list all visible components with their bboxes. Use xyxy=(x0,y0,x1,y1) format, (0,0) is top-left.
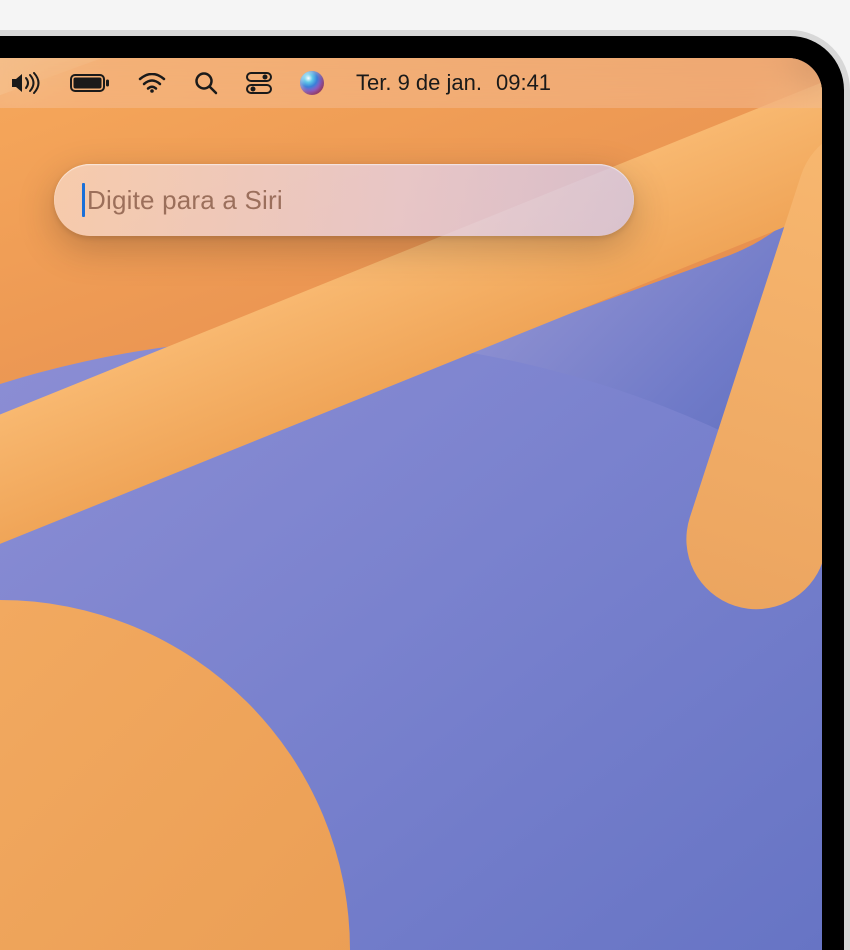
menubar-datetime[interactable]: Ter. 9 de jan. 09:41 xyxy=(356,70,551,96)
search-icon[interactable] xyxy=(194,71,218,95)
siri-input-placeholder: Digite para a Siri xyxy=(87,185,283,216)
menubar: Ter. 9 de jan. 09:41 xyxy=(0,58,822,108)
volume-icon[interactable] xyxy=(10,72,42,94)
siri-icon[interactable] xyxy=(300,71,324,95)
siri-input[interactable]: Digite para a Siri xyxy=(54,164,634,236)
device-bezel: Ter. 9 de jan. 09:41 Digite para a Siri xyxy=(0,36,844,950)
device-frame: Ter. 9 de jan. 09:41 Digite para a Siri xyxy=(0,30,850,950)
control-center-icon[interactable] xyxy=(246,72,272,94)
menubar-date: Ter. 9 de jan. xyxy=(356,70,482,96)
wifi-icon[interactable] xyxy=(138,73,166,93)
text-caret xyxy=(82,183,85,217)
screen: Ter. 9 de jan. 09:41 Digite para a Siri xyxy=(0,58,822,950)
menubar-time: 09:41 xyxy=(496,70,551,96)
battery-icon[interactable] xyxy=(70,74,110,92)
